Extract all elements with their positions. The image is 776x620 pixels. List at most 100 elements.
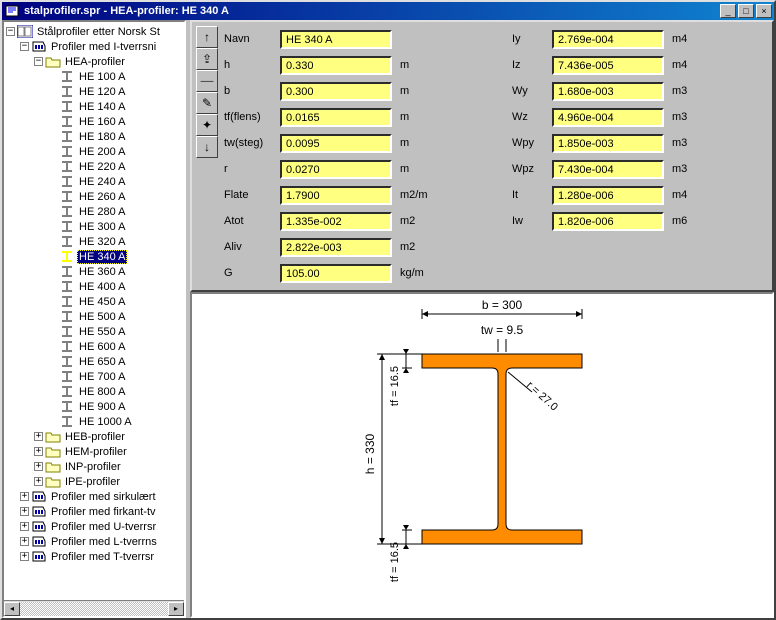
- tree-category[interactable]: −Profiler med I-tverrsni: [6, 39, 184, 54]
- prop-label: Iz: [512, 59, 552, 71]
- prop-value-field[interactable]: 1.280e-006: [552, 186, 664, 205]
- prop-label: h: [224, 59, 280, 71]
- prop-label: Wpy: [512, 137, 552, 149]
- tree-label: HE 550 A: [77, 326, 127, 338]
- prop-value-field[interactable]: 0.0165: [280, 108, 392, 127]
- tree-item[interactable]: HE 260 A: [6, 189, 184, 204]
- tree-expander[interactable]: +: [34, 462, 43, 471]
- prop-value-field[interactable]: 1.335e-002: [280, 212, 392, 231]
- prop-label: Iy: [512, 33, 552, 45]
- tree-expander[interactable]: +: [20, 522, 29, 531]
- prop-value-field[interactable]: 105.00: [280, 264, 392, 283]
- tree-expander[interactable]: −: [34, 57, 43, 66]
- ibeam-icon: [59, 190, 75, 204]
- tree-expander[interactable]: +: [20, 552, 29, 561]
- tree-expander[interactable]: −: [20, 42, 29, 51]
- ibeam-icon: [59, 235, 75, 249]
- tree-item[interactable]: HE 800 A: [6, 384, 184, 399]
- tree-item[interactable]: HE 360 A: [6, 264, 184, 279]
- property-row: G105.00kg/m: [224, 260, 768, 286]
- prop-value-field[interactable]: 0.300: [280, 82, 392, 101]
- ibeam-icon: [59, 265, 75, 279]
- tree-item[interactable]: HE 120 A: [6, 84, 184, 99]
- tree-item[interactable]: HE 650 A: [6, 354, 184, 369]
- tree-item[interactable]: HE 220 A: [6, 159, 184, 174]
- tree-item[interactable]: HE 280 A: [6, 204, 184, 219]
- tree-item[interactable]: HE 340 A: [6, 249, 184, 264]
- tree-item[interactable]: HE 500 A: [6, 309, 184, 324]
- prop-value-field[interactable]: 1.7900: [280, 186, 392, 205]
- prop-value-field[interactable]: 4.960e-004: [552, 108, 664, 127]
- divider-button[interactable]: ──: [196, 70, 218, 92]
- tree-folder-hea[interactable]: −HEA-profiler: [6, 54, 184, 69]
- magic-button[interactable]: ✦: [196, 114, 218, 136]
- property-row: tf(flens)0.0165mWz4.960e-004m3: [224, 104, 768, 130]
- tree-expander[interactable]: +: [20, 492, 29, 501]
- prop-value-field[interactable]: 1.820e-006: [552, 212, 664, 231]
- tree-label: HE 700 A: [77, 371, 127, 383]
- tree-label: HE 340 A: [77, 250, 127, 264]
- move-down-button[interactable]: ↓: [196, 136, 218, 158]
- tree-folder[interactable]: +INP-profiler: [6, 459, 184, 474]
- ibeam-icon: [59, 220, 75, 234]
- property-row: h0.330mIz7.436e-005m4: [224, 52, 768, 78]
- tree-item[interactable]: HE 450 A: [6, 294, 184, 309]
- prop-value-field[interactable]: 7.430e-004: [552, 160, 664, 179]
- tree-item[interactable]: HE 400 A: [6, 279, 184, 294]
- close-button[interactable]: ×: [756, 4, 772, 18]
- prop-value-field[interactable]: 2.769e-004: [552, 30, 664, 49]
- tree-category[interactable]: +Profiler med U-tverrsr: [6, 519, 184, 534]
- tree-folder[interactable]: +HEM-profiler: [6, 444, 184, 459]
- tree-category[interactable]: +Profiler med firkant-tv: [6, 504, 184, 519]
- tree-item[interactable]: HE 300 A: [6, 219, 184, 234]
- tree-expander[interactable]: +: [34, 432, 43, 441]
- tree-item[interactable]: HE 320 A: [6, 234, 184, 249]
- scroll-right-button[interactable]: ▸: [168, 602, 184, 616]
- tree-item[interactable]: HE 900 A: [6, 399, 184, 414]
- tree-category[interactable]: +Profiler med L-tverrns: [6, 534, 184, 549]
- tree-item[interactable]: HE 140 A: [6, 99, 184, 114]
- tree-item[interactable]: HE 700 A: [6, 369, 184, 384]
- prop-value-field[interactable]: 0.0095: [280, 134, 392, 153]
- edit-button[interactable]: ✎: [196, 92, 218, 114]
- tree-folder[interactable]: +HEB-profiler: [6, 429, 184, 444]
- window: stalprofiler.spr - HEA-profiler: HE 340 …: [0, 0, 776, 620]
- maximize-button[interactable]: □: [738, 4, 754, 18]
- tree-item[interactable]: HE 1000 A: [6, 414, 184, 429]
- tree-expander[interactable]: +: [20, 507, 29, 516]
- tree-item[interactable]: HE 240 A: [6, 174, 184, 189]
- prop-value-field[interactable]: 0.0270: [280, 160, 392, 179]
- prop-value-field[interactable]: 1.680e-003: [552, 82, 664, 101]
- tree-expander[interactable]: +: [34, 447, 43, 456]
- minimize-button[interactable]: _: [720, 4, 736, 18]
- scroll-left-button[interactable]: ◂: [4, 602, 20, 616]
- ibeam-icon: [59, 400, 75, 414]
- tree-expander[interactable]: −: [6, 27, 15, 36]
- tree-category[interactable]: +Profiler med T-tverrsr: [6, 549, 184, 564]
- tree-expander[interactable]: +: [20, 537, 29, 546]
- tree-hscroll[interactable]: ◂ ▸: [4, 600, 184, 616]
- cat-icon: [31, 550, 47, 564]
- tree[interactable]: −Stålprofiler etter Norsk St−Profiler me…: [4, 22, 184, 600]
- tree-item[interactable]: HE 600 A: [6, 339, 184, 354]
- prop-label: Wz: [512, 111, 552, 123]
- move-top-button[interactable]: ⇪: [196, 48, 218, 70]
- tree-item[interactable]: HE 550 A: [6, 324, 184, 339]
- prop-value-field[interactable]: 7.436e-005: [552, 56, 664, 75]
- ibeamsel-icon: [59, 250, 75, 264]
- prop-unit: m4: [664, 33, 714, 45]
- prop-value-field[interactable]: HE 340 A: [280, 30, 392, 49]
- tree-item[interactable]: HE 100 A: [6, 69, 184, 84]
- tree-expander[interactable]: +: [34, 477, 43, 486]
- tree-folder[interactable]: +IPE-profiler: [6, 474, 184, 489]
- tree-category[interactable]: +Profiler med sirkulært: [6, 489, 184, 504]
- tree-item[interactable]: HE 180 A: [6, 129, 184, 144]
- move-up-button[interactable]: ↑: [196, 26, 218, 48]
- tree-item[interactable]: HE 200 A: [6, 144, 184, 159]
- prop-value-field[interactable]: 2.822e-003: [280, 238, 392, 257]
- scroll-track[interactable]: [20, 602, 168, 616]
- tree-root[interactable]: −Stålprofiler etter Norsk St: [6, 24, 184, 39]
- prop-value-field[interactable]: 1.850e-003: [552, 134, 664, 153]
- prop-value-field[interactable]: 0.330: [280, 56, 392, 75]
- tree-item[interactable]: HE 160 A: [6, 114, 184, 129]
